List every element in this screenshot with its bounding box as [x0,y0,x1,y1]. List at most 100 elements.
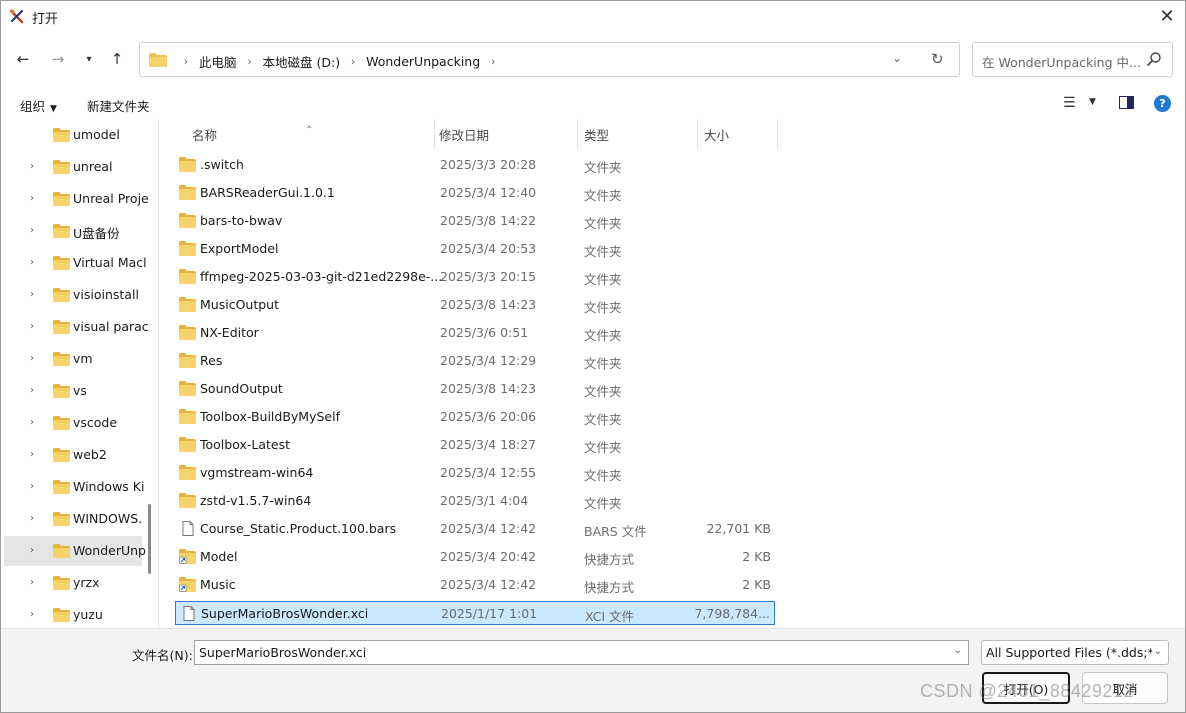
recent-locations-button[interactable]: ▾ [77,48,101,70]
file-row[interactable]: ffmpeg-2025-03-03-git-d21ed2298e-... 2025… [175,265,775,289]
tree-item[interactable]: › unreal [4,152,142,182]
file-type: 文件夹 [584,160,622,175]
file-type: 文件夹 [584,384,622,399]
chevron-right-icon[interactable]: › [30,481,34,492]
tree-item[interactable]: › yrzx [4,568,142,598]
chevron-right-icon[interactable]: › [30,545,34,556]
navigation-pane[interactable]: umodel › unreal › Unreal Proje › U盘备份 › Virtual … [1,119,158,628]
chevron-right-icon[interactable]: › [30,417,34,428]
preview-pane-icon[interactable] [1119,96,1134,109]
address-bar[interactable]: › 此电脑 › 本地磁盘 (D:) › WonderUnpacking › ⌄ … [139,42,960,77]
chevron-right-icon[interactable]: › [30,161,34,172]
tree-item[interactable]: umodel [4,120,142,150]
chevron-right-icon[interactable]: › [30,225,34,236]
file-type: 文件夹 [584,412,622,427]
file-row[interactable]: Model 2025/3/4 20:42 快捷方式 2 KB [175,545,775,569]
close-button[interactable]: ✕ [1153,3,1181,29]
file-row[interactable]: BARSReaderGui.1.0.1 2025/3/4 12:40 文件夹 [175,181,775,205]
file-row[interactable]: zstd-v1.5.7-win64 2025/3/1 4:04 文件夹 [175,489,775,513]
folder-icon [53,160,70,174]
chevron-right-icon[interactable]: › [30,513,34,524]
tree-item[interactable]: › vs [4,376,142,406]
search-box[interactable]: 在 WonderUnpacking 中... [972,42,1173,77]
chevron-right-icon[interactable]: › [30,449,34,460]
help-icon[interactable]: ? [1154,95,1171,112]
file-date: 2025/3/4 12:42 [440,521,537,536]
file-row[interactable]: Toolbox-Latest 2025/3/4 18:27 文件夹 [175,433,775,457]
scrollbar-thumb[interactable] [148,504,151,574]
up-button[interactable]: ↑ [105,48,129,70]
file-row[interactable]: Music 2025/3/4 12:42 快捷方式 2 KB [175,573,775,597]
open-file-dialog: 打开 ✕ ← → ▾ ↑ › 此电脑 › 本地磁盘 (D:) › WonderU… [0,0,1186,713]
file-date: 2025/3/6 0:51 [440,325,529,340]
chevron-right-icon[interactable]: › [30,289,34,300]
caret-down-icon[interactable]: ▼ [1089,97,1096,107]
breadcrumb-drive-d[interactable]: 本地磁盘 (D:) [263,52,341,71]
view-options-icon[interactable]: ☰ [1063,95,1076,111]
file-row[interactable]: ExportModel 2025/3/4 20:53 文件夹 [175,237,775,261]
file-name: BARSReaderGui.1.0.1 [200,185,335,200]
chevron-right-icon[interactable]: › [486,55,500,68]
file-date: 2025/3/3 20:28 [440,157,537,172]
chevron-right-icon[interactable]: › [30,257,34,268]
chevron-right-icon[interactable]: › [243,55,257,68]
file-type-filter[interactable]: All Supported Files (*.dds;*.a ⌄ [981,640,1169,665]
folder-icon [179,325,196,340]
tree-item[interactable]: › yuzu [4,600,142,628]
column-header-type[interactable]: 类型 [578,119,697,149]
tree-item[interactable]: › visual parac [4,312,149,342]
file-row[interactable]: Toolbox-BuildByMySelf 2025/3/6 20:06 文件夹 [175,405,775,429]
forward-button[interactable]: → [46,48,70,70]
tree-item[interactable]: › Windows Ki [4,472,144,502]
tree-item[interactable]: › web2 [4,440,142,470]
file-row[interactable]: vgmstream-win64 2025/3/4 12:55 文件夹 [175,461,775,485]
chevron-right-icon[interactable]: › [179,55,193,68]
file-row[interactable]: bars-to-bwav 2025/3/8 14:22 文件夹 [175,209,775,233]
column-header-name[interactable]: ⌃ 名称 [159,119,434,149]
tree-item-label: U盘备份 [73,226,120,241]
refresh-icon[interactable]: ↻ [931,50,944,68]
folder-icon [179,185,196,200]
tree-item[interactable]: › WINDOWS. [4,504,142,534]
file-row[interactable]: MusicOutput 2025/3/8 14:23 文件夹 [175,293,775,317]
tree-item[interactable]: › WonderUnp [4,536,146,566]
tree-item[interactable]: › vm [4,344,142,374]
chevron-right-icon[interactable]: › [30,193,34,204]
new-folder-button[interactable]: 新建文件夹 [87,96,150,115]
file-name: vgmstream-win64 [200,465,314,480]
file-row[interactable]: NX-Editor 2025/3/6 0:51 文件夹 [175,321,775,345]
organize-menu[interactable]: 组织 ▼ [20,96,57,115]
file-row[interactable]: SuperMarioBrosWonder.xci 2025/1/17 1:01 XC… [175,601,775,625]
chevron-down-icon[interactable]: ⌄ [954,645,962,656]
breadcrumb-wonderunpacking[interactable]: WonderUnpacking [366,54,480,69]
filename-input[interactable]: SuperMarioBrosWonder.xci ⌄ [194,640,969,665]
watermark: CSDN @2401_88429212 [920,681,1134,701]
chevron-right-icon[interactable]: › [30,353,34,364]
chevron-right-icon[interactable]: › [30,321,34,332]
file-row[interactable]: Res 2025/3/4 12:29 文件夹 [175,349,775,373]
chevron-right-icon[interactable]: › [30,609,34,620]
column-header-date[interactable]: 修改日期 [435,119,577,149]
chevron-right-icon[interactable]: › [30,385,34,396]
file-row[interactable]: Course_Static.Product.100.bars 2025/3/4 1… [175,517,775,541]
search-icon [1147,52,1161,66]
tree-item[interactable]: › vscode [4,408,142,438]
tree-item[interactable]: › visioinstall [4,280,142,310]
back-button[interactable]: ← [11,48,35,70]
chevron-right-icon[interactable]: › [346,55,360,68]
tree-item[interactable]: › Unreal Proje [4,184,149,214]
tree-item[interactable]: › Virtual Macl [4,248,147,278]
chevron-right-icon[interactable]: › [30,577,34,588]
folder-icon [179,269,196,284]
address-history-dropdown[interactable]: ⌄ [892,51,902,65]
folder-icon [179,493,196,508]
column-divider[interactable] [777,119,778,149]
file-date: 2025/1/17 1:01 [441,606,538,621]
tree-item[interactable]: › U盘备份 [4,216,142,246]
folder-icon [53,320,70,334]
file-list[interactable]: ⌃ 名称 修改日期 类型 大小 .switch 2025/3/3 20:28 文件夹… [159,119,1185,628]
file-row[interactable]: SoundOutput 2025/3/8 14:23 文件夹 [175,377,775,401]
breadcrumb-this-pc[interactable]: 此电脑 [199,52,237,71]
file-row[interactable]: .switch 2025/3/3 20:28 文件夹 [175,153,775,177]
column-header-size[interactable]: 大小 [698,119,777,149]
